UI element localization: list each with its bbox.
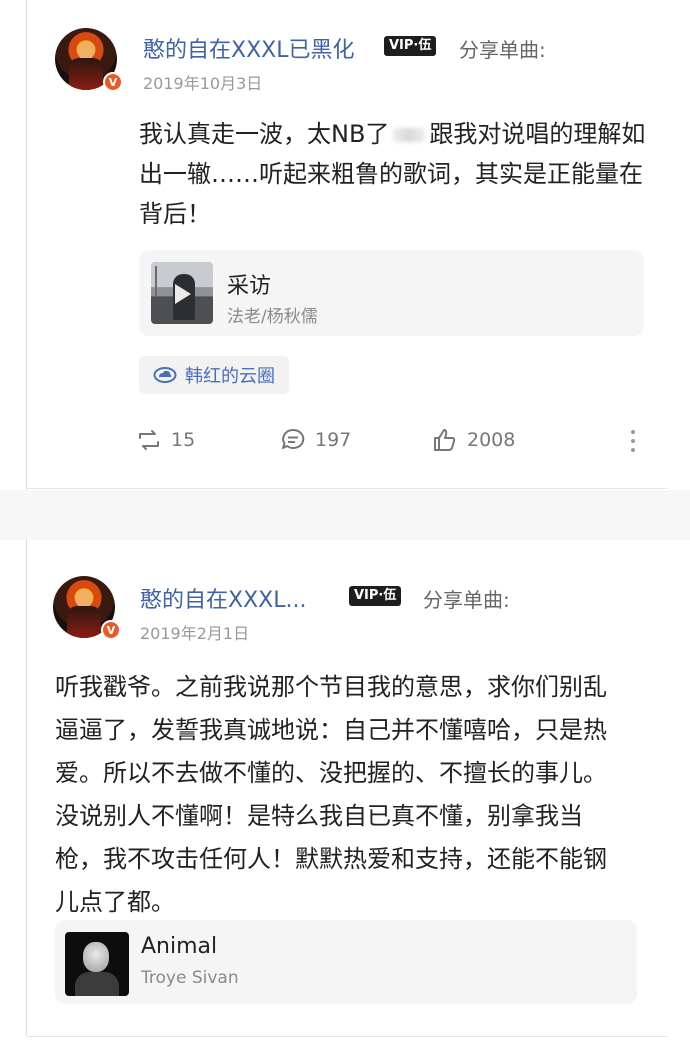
post-card: V 憨的自在XXXL... VIP·伍 分享单曲: 2019年2月1日 听我戳爷… bbox=[27, 540, 667, 1036]
screenshot-page: V 憨的自在XXXL已黑化 VIP·伍 分享单曲: 2019年10月3日 我认真… bbox=[0, 0, 690, 1056]
verified-badge: V bbox=[103, 72, 123, 92]
like-button[interactable]: 2008 bbox=[431, 426, 515, 454]
song-title: 采访 bbox=[227, 274, 272, 299]
repost-button[interactable]: 15 bbox=[135, 426, 195, 454]
divider bbox=[27, 488, 667, 489]
cover-shoulders bbox=[75, 972, 119, 996]
comment-button[interactable]: 197 bbox=[279, 426, 351, 454]
cloud-circle-icon bbox=[153, 367, 177, 383]
comment-count: 197 bbox=[315, 429, 352, 451]
thumbs-up-icon bbox=[434, 429, 456, 451]
vip-badge[interactable]: VIP·伍 bbox=[384, 36, 437, 56]
post-text: 听我戳爷。之前我说那个节目我的意思，求你们别乱逼逼了，发誓我真诚地说：自己并不懂… bbox=[55, 673, 607, 916]
post-text: 我认真走一波，太NB了 跟我对说唱的理解如出一辙……听起来粗鲁的歌词，其实是正能量… bbox=[139, 114, 649, 234]
post-date[interactable]: 2019年2月1日 bbox=[140, 620, 249, 644]
post-text-part: 我认真走一波，太NB了 bbox=[139, 120, 390, 148]
song-artist: Troye Sivan bbox=[141, 968, 239, 988]
username-link[interactable]: 憨的自在XXXL已黑化 bbox=[143, 32, 354, 64]
post-card: V 憨的自在XXXL已黑化 VIP·伍 分享单曲: 2019年10月3日 我认真… bbox=[27, 0, 667, 488]
song-card[interactable]: 采访 法老/杨秋儒 bbox=[139, 250, 644, 336]
like-count: 2008 bbox=[467, 429, 516, 451]
song-cover bbox=[65, 932, 129, 996]
more-options-icon[interactable] bbox=[630, 430, 636, 457]
cover-portrait bbox=[83, 942, 109, 972]
cover-tree bbox=[155, 266, 169, 296]
song-cover bbox=[151, 262, 213, 324]
play-icon[interactable] bbox=[175, 284, 191, 304]
vip-badge[interactable]: VIP·伍 bbox=[349, 586, 402, 606]
repost-icon bbox=[139, 430, 159, 450]
verified-badge: V bbox=[101, 620, 121, 640]
share-action-label: 分享单曲: bbox=[423, 588, 510, 612]
username-link[interactable]: 憨的自在XXXL... bbox=[140, 582, 306, 614]
share-action-label: 分享单曲: bbox=[459, 38, 546, 62]
avatar-cape bbox=[67, 606, 101, 638]
song-artist: 法老/杨秋儒 bbox=[227, 307, 318, 327]
redacted-mention bbox=[393, 128, 426, 142]
topic-tag[interactable]: 韩红的云圈 bbox=[139, 356, 289, 394]
divider bbox=[27, 1036, 667, 1037]
post-separator bbox=[0, 490, 690, 540]
topic-label: 韩红的云圈 bbox=[185, 366, 275, 387]
comment-icon bbox=[282, 428, 305, 449]
avatar-cape bbox=[69, 58, 103, 90]
song-card[interactable]: Animal Troye Sivan bbox=[55, 920, 637, 1004]
song-title: Animal bbox=[141, 934, 218, 959]
post-date[interactable]: 2019年10月3日 bbox=[143, 70, 262, 94]
repost-count: 15 bbox=[171, 429, 196, 451]
